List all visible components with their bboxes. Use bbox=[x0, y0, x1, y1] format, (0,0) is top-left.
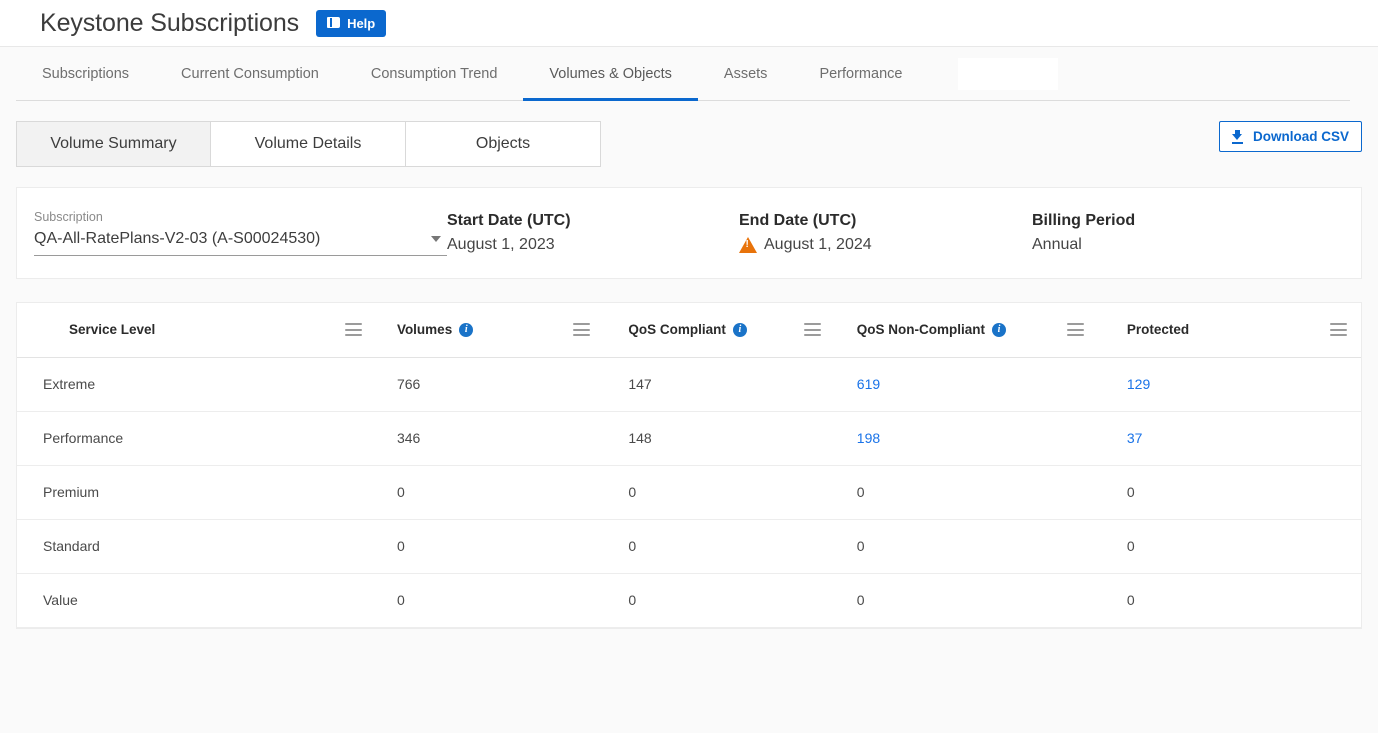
cell-qos-non-compliant: 0 bbox=[835, 519, 1098, 573]
sub-tab-group: Volume Summary Volume Details Objects bbox=[16, 121, 601, 167]
subtab-volume-summary[interactable]: Volume Summary bbox=[16, 121, 211, 167]
column-label-volumes: Volumes bbox=[397, 322, 452, 337]
info-icon[interactable]: i bbox=[992, 323, 1006, 337]
cell-qos-non-compliant: 0 bbox=[835, 465, 1098, 519]
end-date-label: End Date (UTC) bbox=[739, 212, 1032, 230]
column-header-qos-compliant[interactable]: QoS Compliant i bbox=[604, 303, 834, 357]
cell-qos-non-compliant[interactable]: 198 bbox=[835, 411, 1098, 465]
start-date-value-row: August 1, 2023 bbox=[447, 236, 739, 254]
hamburger-menu-icon[interactable] bbox=[1067, 323, 1084, 336]
warning-triangle-icon bbox=[739, 237, 757, 253]
table-header: Service Level Volumes i bbox=[17, 303, 1361, 357]
subtab-volume-details[interactable]: Volume Details bbox=[211, 121, 406, 167]
help-button-label: Help bbox=[347, 16, 375, 31]
cell-volumes: 0 bbox=[376, 573, 604, 627]
app-header: Keystone Subscriptions Help bbox=[0, 0, 1378, 47]
cell-service-level: Standard bbox=[17, 519, 376, 573]
info-icon[interactable]: i bbox=[733, 323, 747, 337]
download-csv-button[interactable]: Download CSV bbox=[1219, 121, 1362, 152]
subtab-objects[interactable]: Objects bbox=[406, 121, 601, 167]
cell-qos-compliant: 147 bbox=[604, 357, 834, 411]
help-button[interactable]: Help bbox=[316, 10, 386, 37]
end-date-block: End Date (UTC) August 1, 2024 bbox=[739, 210, 1032, 254]
column-header-service-level[interactable]: Service Level bbox=[17, 303, 376, 357]
column-label-qos-compliant: QoS Compliant bbox=[628, 322, 726, 337]
table-header-row: Service Level Volumes i bbox=[17, 303, 1361, 357]
table-row: Performance 346 148 198 37 bbox=[17, 411, 1361, 465]
cell-qos-compliant: 148 bbox=[604, 411, 834, 465]
download-icon bbox=[1232, 130, 1245, 144]
cell-protected: 0 bbox=[1098, 573, 1361, 627]
page-body: Subscription QA-All-RatePlans-V2-03 (A-S… bbox=[0, 187, 1378, 733]
cell-qos-non-compliant: 0 bbox=[835, 573, 1098, 627]
tab-bar-placeholder bbox=[958, 58, 1058, 90]
tab-subscriptions[interactable]: Subscriptions bbox=[16, 47, 155, 101]
end-date-value: August 1, 2024 bbox=[764, 236, 872, 254]
tab-volumes-and-objects[interactable]: Volumes & Objects bbox=[523, 47, 698, 101]
billing-period-value-row: Annual bbox=[1032, 236, 1135, 254]
filter-summary-card: Subscription QA-All-RatePlans-V2-03 (A-S… bbox=[16, 187, 1362, 279]
info-icon[interactable]: i bbox=[459, 323, 473, 337]
volume-summary-table-container: Service Level Volumes i bbox=[16, 302, 1362, 629]
column-label-protected: Protected bbox=[1127, 322, 1189, 337]
cell-qos-non-compliant[interactable]: 619 bbox=[835, 357, 1098, 411]
table-row: Standard 0 0 0 0 bbox=[17, 519, 1361, 573]
main-tab-bar: Subscriptions Current Consumption Consum… bbox=[0, 47, 1378, 101]
table-body: Extreme 766 147 619 129 Performance 346 … bbox=[17, 357, 1361, 627]
hamburger-menu-icon[interactable] bbox=[345, 323, 362, 336]
subscription-value: QA-All-RatePlans-V2-03 (A-S00024530) bbox=[34, 230, 320, 248]
column-label-qos-non-compliant: QoS Non-Compliant bbox=[857, 322, 985, 337]
cell-qos-compliant: 0 bbox=[604, 465, 834, 519]
download-csv-label: Download CSV bbox=[1253, 129, 1349, 144]
cell-volumes: 346 bbox=[376, 411, 604, 465]
page-title: Keystone Subscriptions bbox=[40, 9, 299, 38]
chevron-down-icon bbox=[431, 236, 441, 242]
hamburger-menu-icon[interactable] bbox=[1330, 323, 1347, 336]
subscription-field: Subscription QA-All-RatePlans-V2-03 (A-S… bbox=[17, 210, 447, 256]
start-date-label: Start Date (UTC) bbox=[447, 212, 739, 230]
cell-qos-compliant: 0 bbox=[604, 519, 834, 573]
cell-service-level: Performance bbox=[17, 411, 376, 465]
cell-service-level: Premium bbox=[17, 465, 376, 519]
cell-service-level: Extreme bbox=[17, 357, 376, 411]
tab-consumption-trend[interactable]: Consumption Trend bbox=[345, 47, 524, 101]
subscription-label: Subscription bbox=[34, 210, 447, 224]
cell-service-level: Value bbox=[17, 573, 376, 627]
billing-period-label: Billing Period bbox=[1032, 212, 1135, 230]
sub-tab-bar: Volume Summary Volume Details Objects Do… bbox=[0, 101, 1378, 187]
start-date-value: August 1, 2023 bbox=[447, 236, 555, 254]
cell-protected: 0 bbox=[1098, 465, 1361, 519]
column-label-service-level: Service Level bbox=[69, 322, 155, 337]
tab-performance[interactable]: Performance bbox=[793, 47, 928, 101]
cell-qos-compliant: 0 bbox=[604, 573, 834, 627]
table-row: Value 0 0 0 0 bbox=[17, 573, 1361, 627]
hamburger-menu-icon[interactable] bbox=[573, 323, 590, 336]
tab-current-consumption[interactable]: Current Consumption bbox=[155, 47, 345, 101]
billing-period-value: Annual bbox=[1032, 236, 1082, 254]
billing-period-block: Billing Period Annual bbox=[1032, 210, 1135, 254]
cell-protected[interactable]: 129 bbox=[1098, 357, 1361, 411]
book-icon bbox=[327, 17, 341, 29]
table-row: Premium 0 0 0 0 bbox=[17, 465, 1361, 519]
table-row: Extreme 766 147 619 129 bbox=[17, 357, 1361, 411]
subscription-select[interactable]: QA-All-RatePlans-V2-03 (A-S00024530) bbox=[34, 230, 447, 256]
cell-volumes: 0 bbox=[376, 465, 604, 519]
cell-volumes: 766 bbox=[376, 357, 604, 411]
column-header-protected[interactable]: Protected bbox=[1098, 303, 1361, 357]
start-date-block: Start Date (UTC) August 1, 2023 bbox=[447, 210, 739, 254]
tab-assets[interactable]: Assets bbox=[698, 47, 794, 101]
column-header-qos-non-compliant[interactable]: QoS Non-Compliant i bbox=[835, 303, 1098, 357]
cell-protected[interactable]: 37 bbox=[1098, 411, 1361, 465]
volume-summary-table: Service Level Volumes i bbox=[17, 303, 1361, 628]
hamburger-menu-icon[interactable] bbox=[804, 323, 821, 336]
end-date-value-row: August 1, 2024 bbox=[739, 236, 1032, 254]
cell-volumes: 0 bbox=[376, 519, 604, 573]
column-header-volumes[interactable]: Volumes i bbox=[376, 303, 604, 357]
cell-protected: 0 bbox=[1098, 519, 1361, 573]
